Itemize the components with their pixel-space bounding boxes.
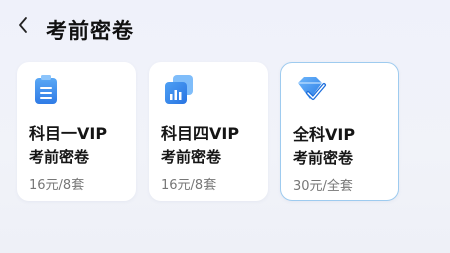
card-price: 30元/全套 (293, 179, 353, 194)
diamond-check-icon (298, 77, 326, 100)
card-price: 16元/8套 (161, 178, 217, 193)
card-subtitle: 考前密卷 (161, 148, 222, 166)
clipboard-icon (35, 75, 57, 104)
package-card-all-subjects[interactable]: 全科VIP 考前密卷 30元/全套 (280, 62, 399, 201)
card-price: 16元/8套 (29, 178, 85, 193)
page-title: 考前密卷 (46, 19, 134, 43)
card-name: 科目一VIP (29, 124, 108, 143)
package-card-subject-one[interactable]: 科目一VIP 考前密卷 16元/8套 (17, 62, 136, 201)
package-card-subject-four[interactable]: 科目四VIP 考前密卷 16元/8套 (149, 62, 268, 201)
back-button[interactable] (12, 14, 34, 36)
card-name: 全科VIP (293, 125, 356, 144)
card-name: 科目四VIP (161, 124, 240, 143)
card-subtitle: 考前密卷 (29, 148, 90, 166)
header-bar: 考前密卷 (0, 0, 450, 56)
card-subtitle: 考前密卷 (293, 149, 354, 167)
chevron-left-icon (19, 17, 27, 33)
chart-stack-icon (165, 75, 193, 104)
